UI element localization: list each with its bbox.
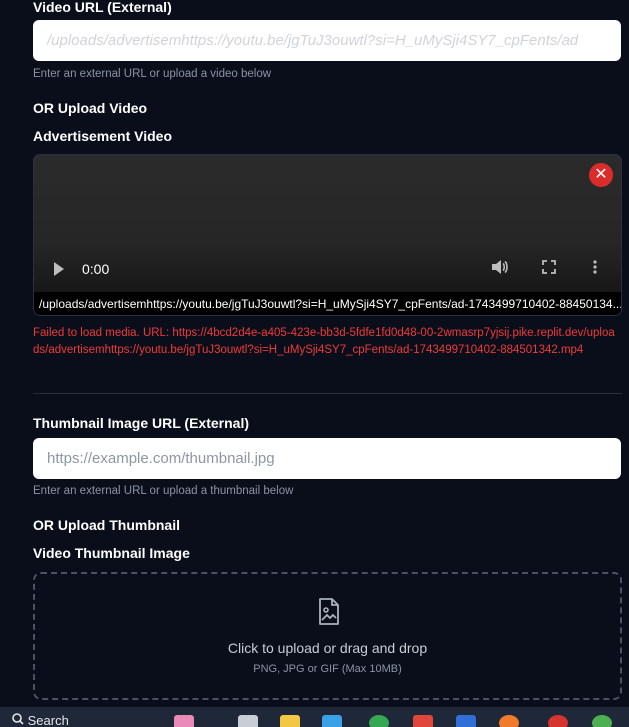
- chrome-profile-icon[interactable]: [548, 715, 568, 727]
- thumbnail-dropzone[interactable]: Click to upload or drag and drop PNG, JP…: [33, 572, 622, 700]
- image-upload-icon: [317, 598, 341, 631]
- advertisement-video-label: Advertisement Video: [33, 128, 173, 144]
- thumbnail-url-help: Enter an external URL or upload a thumbn…: [33, 485, 294, 497]
- file-explorer-icon[interactable]: [280, 715, 300, 727]
- thumbnail-url-input[interactable]: https://example.com/thumbnail.jpg: [33, 438, 621, 479]
- taskbar-search[interactable]: Search: [12, 713, 69, 727]
- close-icon: ✕: [594, 166, 608, 183]
- or-upload-video-label: OR Upload Video: [33, 100, 148, 116]
- volume-icon[interactable]: [491, 259, 509, 280]
- windows-taskbar: Search: [0, 707, 629, 727]
- browser-icon[interactable]: [499, 715, 519, 727]
- widgets-icon[interactable]: [174, 715, 194, 727]
- chrome-profile-e-icon[interactable]: [592, 715, 612, 727]
- video-url-overlay: /uploads/advertisemhttps://youtu.be/jgTu…: [34, 292, 621, 315]
- video-url-help: Enter an external URL or upload a video …: [33, 68, 272, 80]
- video-url-label: Video URL (External): [33, 0, 172, 15]
- app-icon[interactable]: [456, 715, 476, 727]
- play-icon[interactable]: [54, 262, 64, 276]
- dropzone-file-hint: PNG, JPG or GIF (Max 10MB): [253, 663, 402, 675]
- section-divider: [33, 393, 622, 394]
- search-icon: [12, 713, 28, 727]
- or-upload-thumbnail-label: OR Upload Thumbnail: [33, 517, 180, 533]
- task-view-icon[interactable]: [238, 715, 258, 727]
- store-icon[interactable]: [322, 715, 342, 727]
- chrome-icon[interactable]: [369, 715, 389, 727]
- video-controls: 0:00: [34, 251, 621, 287]
- video-player[interactable]: 0:00 /uploads/advertisemhttps://youtu.be…: [33, 154, 622, 316]
- video-url-input[interactable]: /uploads/advertisemhttps://youtu.be/jgTu…: [33, 20, 621, 61]
- brave-icon[interactable]: [413, 715, 433, 727]
- taskbar-search-label: Search: [27, 713, 69, 727]
- video-thumbnail-label: Video Thumbnail Image: [33, 545, 190, 561]
- thumbnail-url-label: Thumbnail Image URL (External): [33, 415, 249, 431]
- remove-video-button[interactable]: ✕: [589, 163, 613, 187]
- dropzone-instructions: Click to upload or drag and drop: [227, 640, 428, 656]
- more-options-icon[interactable]: [593, 259, 597, 279]
- video-error-message: Failed to load media. URL: https://4bcd2…: [33, 327, 615, 356]
- thumbnail-url-placeholder: https://example.com/thumbnail.jpg: [47, 450, 275, 467]
- video-time: 0:00: [82, 261, 110, 277]
- fullscreen-icon[interactable]: [542, 259, 556, 279]
- video-url-value: /uploads/advertisemhttps://youtu.be/jgTu…: [47, 32, 579, 49]
